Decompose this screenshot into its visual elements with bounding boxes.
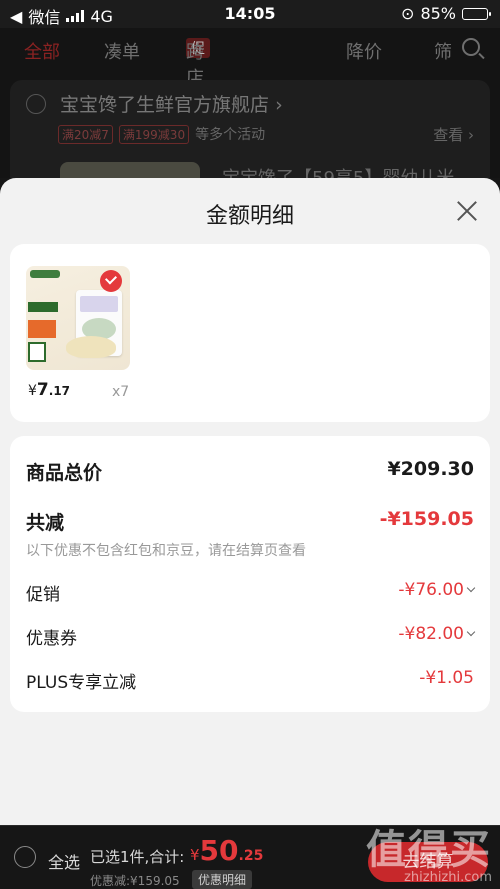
tab-all[interactable]: 全部	[24, 38, 60, 64]
price-decimal: .17	[48, 384, 71, 398]
currency-symbol: ¥	[28, 383, 37, 399]
battery-percent: 85%	[420, 4, 456, 23]
selected-check-icon[interactable]	[100, 270, 122, 292]
unit-price: ¥7.17	[28, 380, 70, 400]
status-bar: ◀ 微信 4G 14:05 ⊙ 85%	[0, 0, 500, 28]
product-card: ¥7.17 x7	[10, 244, 490, 422]
close-icon[interactable]	[456, 200, 478, 222]
plus-label: PLUS专享立减	[26, 673, 137, 693]
quantity: x7	[112, 384, 130, 400]
chevron-down-icon[interactable]	[466, 627, 476, 637]
tab-filter[interactable]: 筛	[434, 38, 452, 64]
deal-tags: 满20减7 满199减30 等多个活动	[58, 124, 265, 144]
reduce-label: 共减	[26, 512, 65, 534]
store-card: 宝宝馋了生鲜官方旗舰店 › 满20减7 满199减30 等多个活动 查看 › 宝…	[10, 80, 490, 190]
total-value: ¥209.30	[387, 458, 474, 480]
select-all-label[interactable]: 全选	[48, 849, 80, 873]
summary-card: 商品总价 ¥209.30 共减 -¥159.05 以下优惠不包含红包和京豆，请在…	[10, 436, 490, 712]
sheet-title: 金额明细	[205, 204, 294, 229]
deal-more: 等多个活动	[195, 127, 266, 143]
reduce-value: -¥159.05	[379, 508, 474, 530]
chevron-down-icon[interactable]	[466, 583, 476, 593]
savings-text: 优惠减:¥159.05	[90, 874, 180, 888]
cart-tabs: 全部 凑单 促跨店满减 降价 筛	[0, 38, 500, 141]
tab-price-drop[interactable]: 降价	[346, 38, 382, 64]
discount-note: 以下优惠不包含红包和京豆，请在结算页查看	[26, 543, 306, 559]
chevron-right-icon: ›	[275, 94, 283, 116]
coupon-value: -¥82.00	[398, 624, 464, 644]
battery-icon	[462, 7, 491, 20]
view-deals-link[interactable]: 查看 ›	[433, 124, 474, 145]
discount-detail-button[interactable]: 优惠明细	[192, 870, 253, 889]
store-name-text: 宝宝馋了生鲜官方旗舰店	[60, 94, 270, 116]
total-price: ¥50.25	[190, 834, 263, 867]
deal-tag: 满20减7	[58, 124, 113, 144]
currency-symbol: ¥	[190, 846, 200, 864]
cart-background: 全部 凑单 促跨店满减 降价 筛 宝宝馋了生鲜官方旗舰店 › 满20减7 满19…	[0, 28, 500, 190]
watermark: 值得买 zhizhizhi.com	[366, 830, 492, 885]
selected-info: 已选1件,合计:	[90, 848, 185, 866]
store-name[interactable]: 宝宝馋了生鲜官方旗舰店 ›	[60, 90, 283, 117]
store-select-radio[interactable]	[26, 94, 46, 114]
watermark-logo: 值得买	[366, 827, 492, 873]
coupon-label: 优惠券	[26, 629, 77, 649]
promo-label: 促销	[26, 585, 60, 605]
promo-value: -¥76.00	[398, 580, 464, 600]
total-integer: 50	[199, 834, 239, 867]
deal-tag: 满199减30	[118, 124, 190, 144]
checkout-bar: 全选 已选1件,合计: ¥50.25 优惠减:¥159.05 优惠明细 去结算 …	[0, 825, 500, 889]
tab-bundle[interactable]: 凑单	[104, 38, 140, 64]
amount-detail-sheet: 金额明细 ¥7.17 x7 商品总价 ¥209.30 共减 -¥159.05 以…	[0, 178, 500, 825]
total-decimal: .25	[238, 848, 264, 864]
orientation-lock-icon: ⊙	[401, 4, 415, 23]
plus-value: -¥1.05	[419, 668, 474, 688]
search-icon[interactable]	[462, 38, 480, 56]
select-all-radio[interactable]	[14, 846, 36, 868]
total-label: 商品总价	[26, 462, 103, 484]
price-integer: 7	[36, 380, 49, 400]
